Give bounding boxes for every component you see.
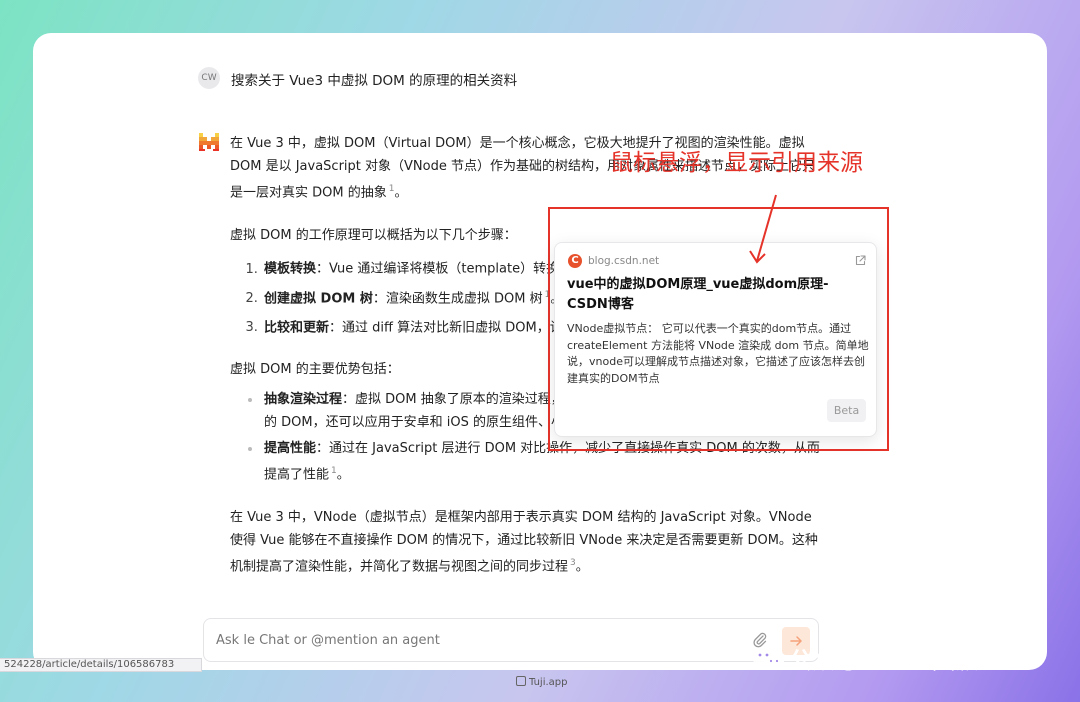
answer-summary: 在 Vue 3 中，VNode（虚拟节点）是框架内部用于表示真实 DOM 结构的… [230,509,818,574]
user-message: 搜索关于 Vue3 中虚拟 DOM 的原理的相关资料 [231,73,518,89]
watermark: 公众号 · AI工具派 [751,641,978,675]
annotation-arrow-icon [749,194,777,264]
composer [203,618,819,662]
popup-excerpt: VNode虚拟节点： 它可以代表一个真实的dom节点。通过 createElem… [567,322,869,385]
tuji-footer: Tuji.app [516,676,568,688]
chat-window: CW 搜索关于 Vue3 中虚拟 DOM 的原理的相关资料 在 Vue 3 中，… [33,33,1047,670]
wechat-icon [752,647,784,670]
external-link-icon[interactable] [855,255,866,266]
annotation-text: 鼠标悬浮，显示引用来源 [610,150,863,176]
chat-input[interactable] [216,619,736,661]
mistral-logo-icon [199,133,219,151]
tuji-logo-icon [516,676,526,686]
popup-title[interactable]: vue中的虚拟DOM原理_vue虚拟dom原理-CSDN博客 [567,275,867,315]
beta-badge: Beta [827,399,866,422]
citation-popup[interactable]: C blog.csdn.net vue中的虚拟DOM原理_vue虚拟dom原理-… [554,242,877,437]
status-bar-url: 524228/article/details/106586783 [0,658,202,672]
csdn-favicon-icon: C [568,254,582,268]
user-avatar: CW [198,67,220,89]
popup-source-domain: blog.csdn.net [588,255,660,267]
